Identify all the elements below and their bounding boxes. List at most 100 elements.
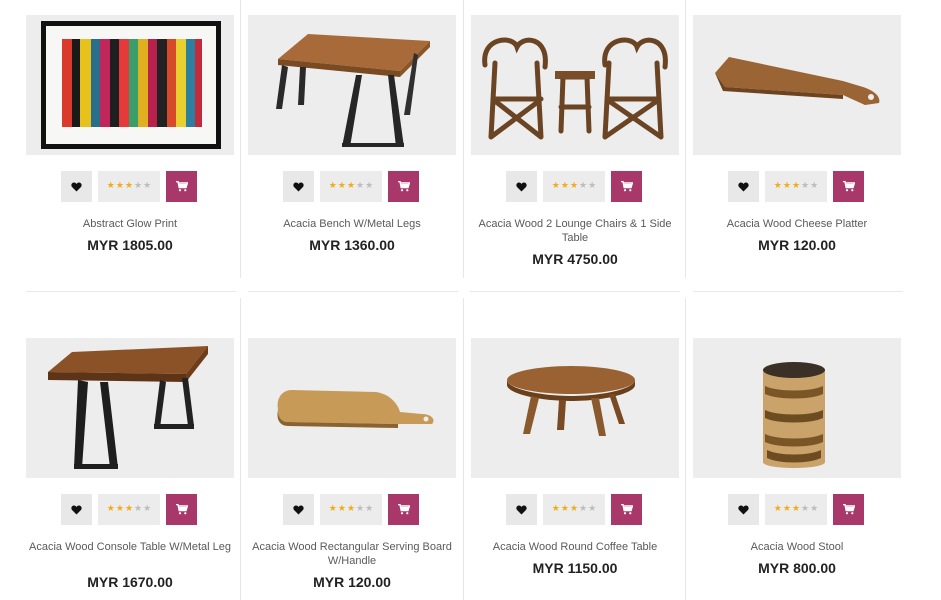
product-title[interactable]: Acacia Wood Stool (693, 540, 901, 554)
add-to-cart-button[interactable] (611, 494, 642, 525)
star-icon: ★ (579, 181, 588, 191)
product-price: MYR 120.00 (313, 574, 391, 590)
product-title[interactable]: Acacia Wood Cheese Platter (693, 217, 901, 231)
heart-icon (293, 182, 304, 192)
star-icon: ★ (356, 181, 365, 191)
product-title[interactable]: Acacia Wood 2 Lounge Chairs & 1 Side Tab… (471, 217, 679, 245)
star-icon: ★ (791, 181, 801, 191)
heart-icon (516, 182, 527, 192)
star-icon: ★ (569, 181, 579, 191)
heart-icon (71, 182, 82, 192)
product-card[interactable]: ★ ★ ★ ★ ★ Acacia Wood Stool MYR 800.00 (693, 338, 901, 576)
heart-icon (293, 505, 304, 515)
star-rating: ★ ★ ★ ★ ★ (765, 494, 827, 525)
column-divider (463, 298, 464, 600)
star-rating: ★ ★ ★ ★ ★ (320, 494, 382, 525)
product-card[interactable]: ★ ★ ★ ★ ★ Acacia Wood 2 Lounge Chairs & 1 Si… (471, 15, 679, 267)
add-to-cart-button[interactable] (833, 494, 864, 525)
product-price: MYR 1805.00 (87, 237, 173, 253)
star-icon: ★ (773, 504, 782, 514)
row-divider (470, 291, 680, 292)
star-icon: ★ (588, 181, 597, 191)
product-card[interactable]: ★ ★ ★ ★ ★ Acacia Wood Rectangular Serving Bo… (248, 338, 456, 590)
product-title[interactable]: Acacia Wood Console Table W/Metal Leg (26, 540, 234, 554)
add-to-cart-button[interactable] (388, 171, 419, 202)
product-title[interactable]: Acacia Wood Round Coffee Table (471, 540, 679, 554)
star-icon: ★ (134, 181, 143, 191)
wishlist-button[interactable] (728, 494, 759, 525)
wishlist-button[interactable] (61, 494, 92, 525)
star-icon: ★ (569, 504, 579, 514)
product-image[interactable] (248, 15, 456, 155)
product-card[interactable]: ★ ★ ★ ★ ★ Acacia Wood Console Table W/Metal … (26, 338, 234, 590)
cart-icon (397, 181, 410, 192)
column-divider (685, 298, 686, 600)
star-rating: ★ ★ ★ ★ ★ (765, 171, 827, 202)
heart-icon (516, 505, 527, 515)
column-divider (240, 298, 241, 600)
cart-icon (175, 504, 188, 515)
star-icon: ★ (791, 504, 801, 514)
product-image[interactable] (26, 15, 234, 155)
cart-icon (175, 181, 188, 192)
product-image[interactable] (248, 338, 456, 478)
heart-icon (71, 505, 82, 515)
star-icon: ★ (124, 181, 134, 191)
star-icon: ★ (346, 504, 356, 514)
star-icon: ★ (588, 504, 597, 514)
product-title[interactable]: Acacia Wood Rectangular Serving Board W/… (248, 540, 456, 568)
star-icon: ★ (551, 504, 560, 514)
wishlist-button[interactable] (61, 171, 92, 202)
star-icon: ★ (124, 504, 134, 514)
star-icon: ★ (337, 181, 346, 191)
cart-icon (397, 504, 410, 515)
product-image[interactable] (471, 15, 679, 155)
product-title[interactable]: Abstract Glow Print (26, 217, 234, 231)
star-icon: ★ (328, 504, 337, 514)
wishlist-button[interactable] (728, 171, 759, 202)
column-divider (685, 0, 686, 278)
star-icon: ★ (782, 181, 791, 191)
star-icon: ★ (579, 504, 588, 514)
product-card[interactable]: ★ ★ ★ ★ ★ Acacia Bench W/Metal Legs MYR 1360… (248, 15, 456, 253)
wishlist-button[interactable] (283, 171, 314, 202)
add-to-cart-button[interactable] (166, 171, 197, 202)
star-icon: ★ (560, 504, 569, 514)
star-icon: ★ (356, 504, 365, 514)
wishlist-button[interactable] (506, 171, 537, 202)
cart-icon (620, 504, 633, 515)
product-card[interactable]: ★ ★ ★ ★ ★ Abstract Glow Print MYR 1805.00 (26, 15, 234, 253)
product-price: MYR 1670.00 (87, 574, 173, 590)
product-image[interactable] (693, 338, 901, 478)
product-price: MYR 4750.00 (532, 251, 618, 267)
star-rating: ★ ★ ★ ★ ★ (320, 171, 382, 202)
star-icon: ★ (810, 504, 819, 514)
product-image[interactable] (26, 338, 234, 478)
star-icon: ★ (143, 181, 152, 191)
cart-icon (842, 504, 855, 515)
star-icon: ★ (134, 504, 143, 514)
row-divider (693, 291, 903, 292)
cart-icon (620, 181, 633, 192)
star-icon: ★ (801, 504, 810, 514)
product-image[interactable] (693, 15, 901, 155)
add-to-cart-button[interactable] (166, 494, 197, 525)
star-icon: ★ (337, 504, 346, 514)
product-card[interactable]: ★ ★ ★ ★ ★ Acacia Wood Cheese Platter MYR 120… (693, 15, 901, 253)
row-divider (26, 291, 236, 292)
product-price: MYR 800.00 (758, 560, 836, 576)
add-to-cart-button[interactable] (833, 171, 864, 202)
star-icon: ★ (115, 181, 124, 191)
column-divider (463, 0, 464, 278)
add-to-cart-button[interactable] (611, 171, 642, 202)
add-to-cart-button[interactable] (388, 494, 419, 525)
product-card[interactable]: ★ ★ ★ ★ ★ Acacia Wood Round Coffee Table MYR… (471, 338, 679, 576)
wishlist-button[interactable] (283, 494, 314, 525)
product-image[interactable] (471, 338, 679, 478)
star-icon: ★ (115, 504, 124, 514)
wishlist-button[interactable] (506, 494, 537, 525)
row-divider (248, 291, 458, 292)
star-icon: ★ (143, 504, 152, 514)
heart-icon (738, 182, 749, 192)
product-title[interactable]: Acacia Bench W/Metal Legs (248, 217, 456, 231)
